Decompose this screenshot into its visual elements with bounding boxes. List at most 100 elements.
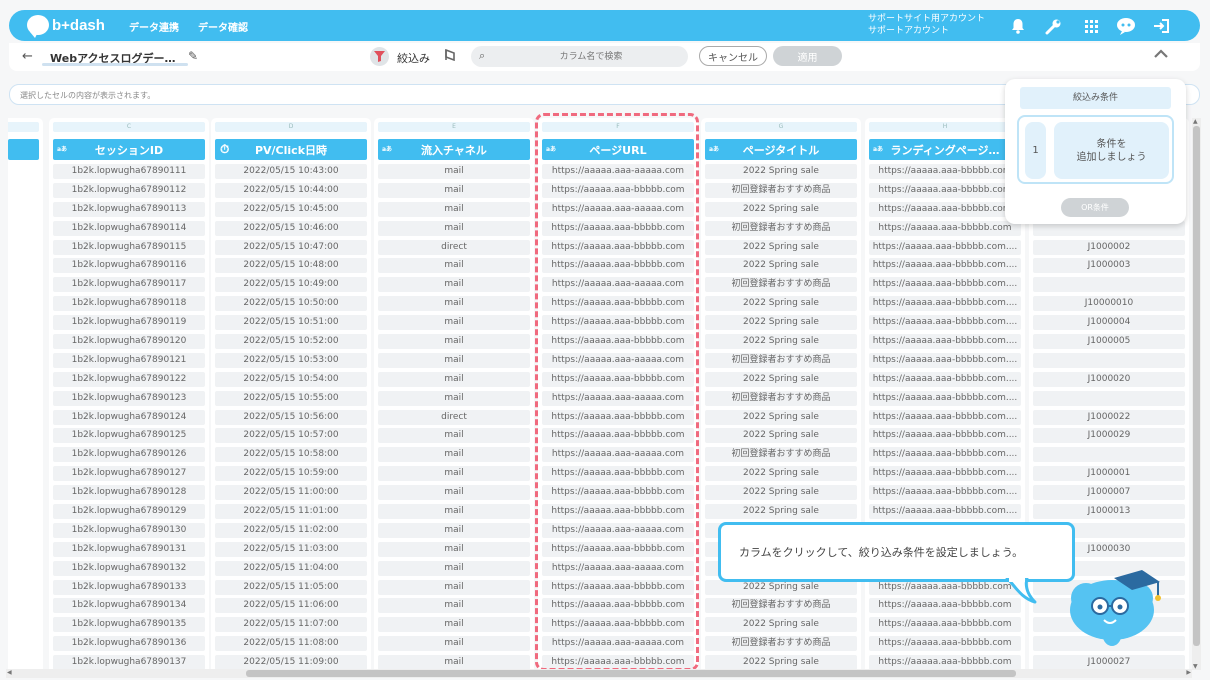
table-cell[interactable]: https://aaaaa.aaa-bbbbb.com (542, 258, 694, 274)
table-cell[interactable]: mail (378, 485, 530, 501)
table-cell[interactable]: J1000013 (1033, 504, 1185, 520)
table-cell[interactable] (1033, 447, 1185, 463)
table-cell[interactable]: https://aaaaa.aaa-bbbbb.com (542, 655, 694, 670)
table-cell[interactable]: 初回登録者おすすめ商品 (705, 182, 857, 198)
filter-funnel-icon[interactable] (370, 47, 389, 66)
column-channel[interactable]: E aあ 流入チャネル mail mail mail mail direct mail ma… (374, 118, 534, 670)
table-cell[interactable]: https://aaaaa.aaa-bbbbb.com (542, 296, 694, 312)
table-cell[interactable]: 1b2k.lopwugha67890135 (53, 617, 205, 633)
column-search-box[interactable]: ⌕ (471, 46, 688, 67)
table-cell[interactable]: 2022 Spring sale (705, 409, 857, 425)
table-cell[interactable]: 2022/05/15 11:07:00 (215, 617, 367, 633)
table-cell[interactable] (1033, 277, 1185, 293)
table-cell[interactable]: J1000001 (1033, 466, 1185, 482)
table-cell[interactable]: 2022/05/15 11:00:00 (215, 485, 367, 501)
table-cell[interactable]: https://aaaaa.aaa-bbbbb.com (869, 598, 1021, 614)
table-cell[interactable]: mail (378, 598, 530, 614)
bdash-logo[interactable]: b+dash (27, 14, 111, 38)
column-header-session-id[interactable]: aあ セッションID (53, 139, 205, 160)
horizontal-scrollbar[interactable]: ◀ ▶ (6, 669, 1192, 678)
table-cell[interactable]: https://aaaaa.aaa-bbbbb.com.... (869, 258, 1021, 274)
table-cell[interactable]: 1b2k.lopwugha67890124 (53, 409, 205, 425)
table-cell[interactable]: 2022/05/15 11:04:00 (215, 560, 367, 576)
table-cell[interactable]: mail (378, 258, 530, 274)
table-cell[interactable]: 2022/05/15 10:49:00 (215, 277, 367, 293)
table-cell[interactable]: mail (378, 428, 530, 444)
table-cell[interactable]: J1000007 (1033, 485, 1185, 501)
table-cell[interactable]: https://aaaaa.aaa-bbbbb.com (542, 466, 694, 482)
table-cell[interactable]: mail (378, 164, 530, 179)
table-cell[interactable]: 2022 Spring sale (705, 201, 857, 217)
table-cell[interactable]: https://aaaaa.aaa-bbbbb.com (542, 315, 694, 331)
table-cell[interactable]: 2022/05/15 10:57:00 (215, 428, 367, 444)
table-cell[interactable]: 1b2k.lopwugha67890120 (53, 334, 205, 350)
table-cell[interactable]: direct (378, 409, 530, 425)
table-cell[interactable]: J1000027 (1033, 655, 1185, 670)
table-cell[interactable]: 2022/05/15 11:09:00 (215, 655, 367, 670)
table-cell[interactable]: https://aaaaa.aaa-bbbbb.com.... (869, 239, 1021, 255)
table-cell[interactable]: https://aaaaa.aaa-bbbbb.com.... (869, 504, 1021, 520)
edit-pencil-icon[interactable]: ✎ (188, 49, 198, 63)
table-cell[interactable]: mail (378, 201, 530, 217)
table-cell[interactable]: https://aaaaa.aaa-bbbbb.com (542, 485, 694, 501)
table-cell[interactable]: https://aaaaa.aaa-bbbbb.com (542, 617, 694, 633)
table-cell[interactable]: 初回登録者おすすめ商品 (705, 352, 857, 368)
table-cell[interactable]: https://aaaaa.aaa-bbbbb.com (869, 655, 1021, 670)
table-cell[interactable]: 1b2k.lopwugha67890131 (53, 541, 205, 557)
table-cell[interactable]: 初回登録者おすすめ商品 (705, 447, 857, 463)
table-cell[interactable]: https://aaaaa.aaa-aaaaa.com (542, 447, 694, 463)
table-cell[interactable]: https://aaaaa.aaa-aaaaa.com (542, 277, 694, 293)
filter-toggle-icon[interactable] (445, 48, 455, 64)
table-cell[interactable]: https://aaaaa.aaa-bbbbb.com (542, 182, 694, 198)
table-cell[interactable]: 2022 Spring sale (705, 164, 857, 179)
table-cell[interactable]: 2022/05/15 10:46:00 (215, 220, 367, 236)
table-cell[interactable]: 2022/05/15 10:56:00 (215, 409, 367, 425)
table-cell[interactable]: https://aaaaa.aaa-bbbbb.com (542, 504, 694, 520)
back-arrow-icon[interactable]: ← (22, 49, 33, 64)
table-cell[interactable]: J10000010 (1033, 296, 1185, 312)
scroll-left-arrow-icon[interactable]: ◀ (7, 669, 12, 676)
table-cell[interactable]: J1000029 (1033, 428, 1185, 444)
column-header-datetime[interactable]: ⏱ PV/Click日時 (215, 139, 367, 160)
table-cell[interactable]: direct (378, 239, 530, 255)
table-cell[interactable]: mail (378, 655, 530, 670)
table-cell[interactable]: 2022/05/15 10:44:00 (215, 182, 367, 198)
table-cell[interactable]: https://aaaaa.aaa-bbbbb.com (542, 239, 694, 255)
table-cell[interactable]: 2022/05/15 10:59:00 (215, 466, 367, 482)
table-cell[interactable]: 1b2k.lopwugha67890118 (53, 296, 205, 312)
add-condition-dropzone[interactable]: 条件を 追加しましょう (1054, 122, 1169, 179)
table-cell[interactable]: mail (378, 352, 530, 368)
table-cell[interactable]: 1b2k.lopwugha67890127 (53, 466, 205, 482)
table-cell[interactable]: mail (378, 466, 530, 482)
horizontal-scroll-thumb[interactable] (246, 670, 1016, 677)
table-cell[interactable]: mail (378, 390, 530, 406)
account-info[interactable]: サポートサイト用アカウント サポートアカウント (868, 13, 985, 37)
table-cell[interactable]: 1b2k.lopwugha67890130 (53, 522, 205, 538)
table-cell[interactable] (1033, 352, 1185, 368)
table-cell[interactable]: 2022/05/15 11:08:00 (215, 636, 367, 652)
table-cell[interactable]: mail (378, 296, 530, 312)
table-cell[interactable]: 初回登録者おすすめ商品 (705, 598, 857, 614)
table-cell[interactable]: mail (378, 579, 530, 595)
table-cell[interactable]: 2022/05/15 11:02:00 (215, 522, 367, 538)
table-cell[interactable]: 1b2k.lopwugha67890115 (53, 239, 205, 255)
table-cell[interactable]: 1b2k.lopwugha67890121 (53, 352, 205, 368)
table-cell[interactable]: https://aaaaa.aaa-bbbbb.com (542, 579, 694, 595)
table-cell[interactable]: https://aaaaa.aaa-bbbbb.com (542, 428, 694, 444)
table-cell[interactable]: https://aaaaa.aaa-bbbbb.com (869, 182, 1021, 198)
table-cell[interactable]: https://aaaaa.aaa-aaaaa.com (542, 560, 694, 576)
table-cell[interactable]: https://aaaaa.aaa-bbbbb.com.... (869, 485, 1021, 501)
table-cell[interactable]: J1000003 (1033, 258, 1185, 274)
column-b-partial[interactable] (8, 118, 43, 670)
apply-button[interactable]: 適用 (773, 46, 842, 66)
table-cell[interactable]: mail (378, 560, 530, 576)
column-pv-click-datetime[interactable]: D ⏱ PV/Click日時 2022/05/15 10:43:00 2022/0… (211, 118, 371, 670)
table-cell[interactable]: mail (378, 447, 530, 463)
vertical-scrollbar[interactable]: ▲ ▼ (1192, 118, 1201, 670)
table-cell[interactable]: 初回登録者おすすめ商品 (705, 220, 857, 236)
table-cell[interactable]: 1b2k.lopwugha67890134 (53, 598, 205, 614)
table-cell[interactable]: mail (378, 636, 530, 652)
table-cell[interactable]: 初回登録者おすすめ商品 (705, 390, 857, 406)
table-cell[interactable]: 2022/05/15 11:01:00 (215, 504, 367, 520)
table-cell[interactable]: 初回登録者おすすめ商品 (705, 277, 857, 293)
